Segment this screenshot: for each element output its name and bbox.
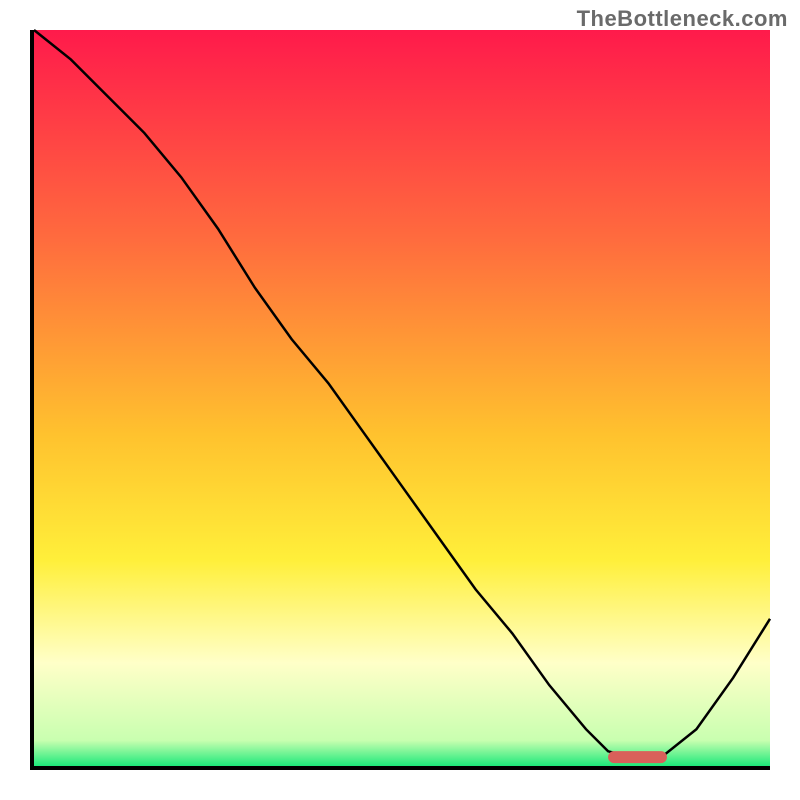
bottleneck-curve xyxy=(34,30,770,759)
optimal-marker xyxy=(608,751,667,763)
curve-overlay xyxy=(34,30,770,766)
plot-area xyxy=(30,30,770,770)
chart-frame: TheBottleneck.com xyxy=(0,0,800,800)
watermark-text: TheBottleneck.com xyxy=(577,6,788,32)
